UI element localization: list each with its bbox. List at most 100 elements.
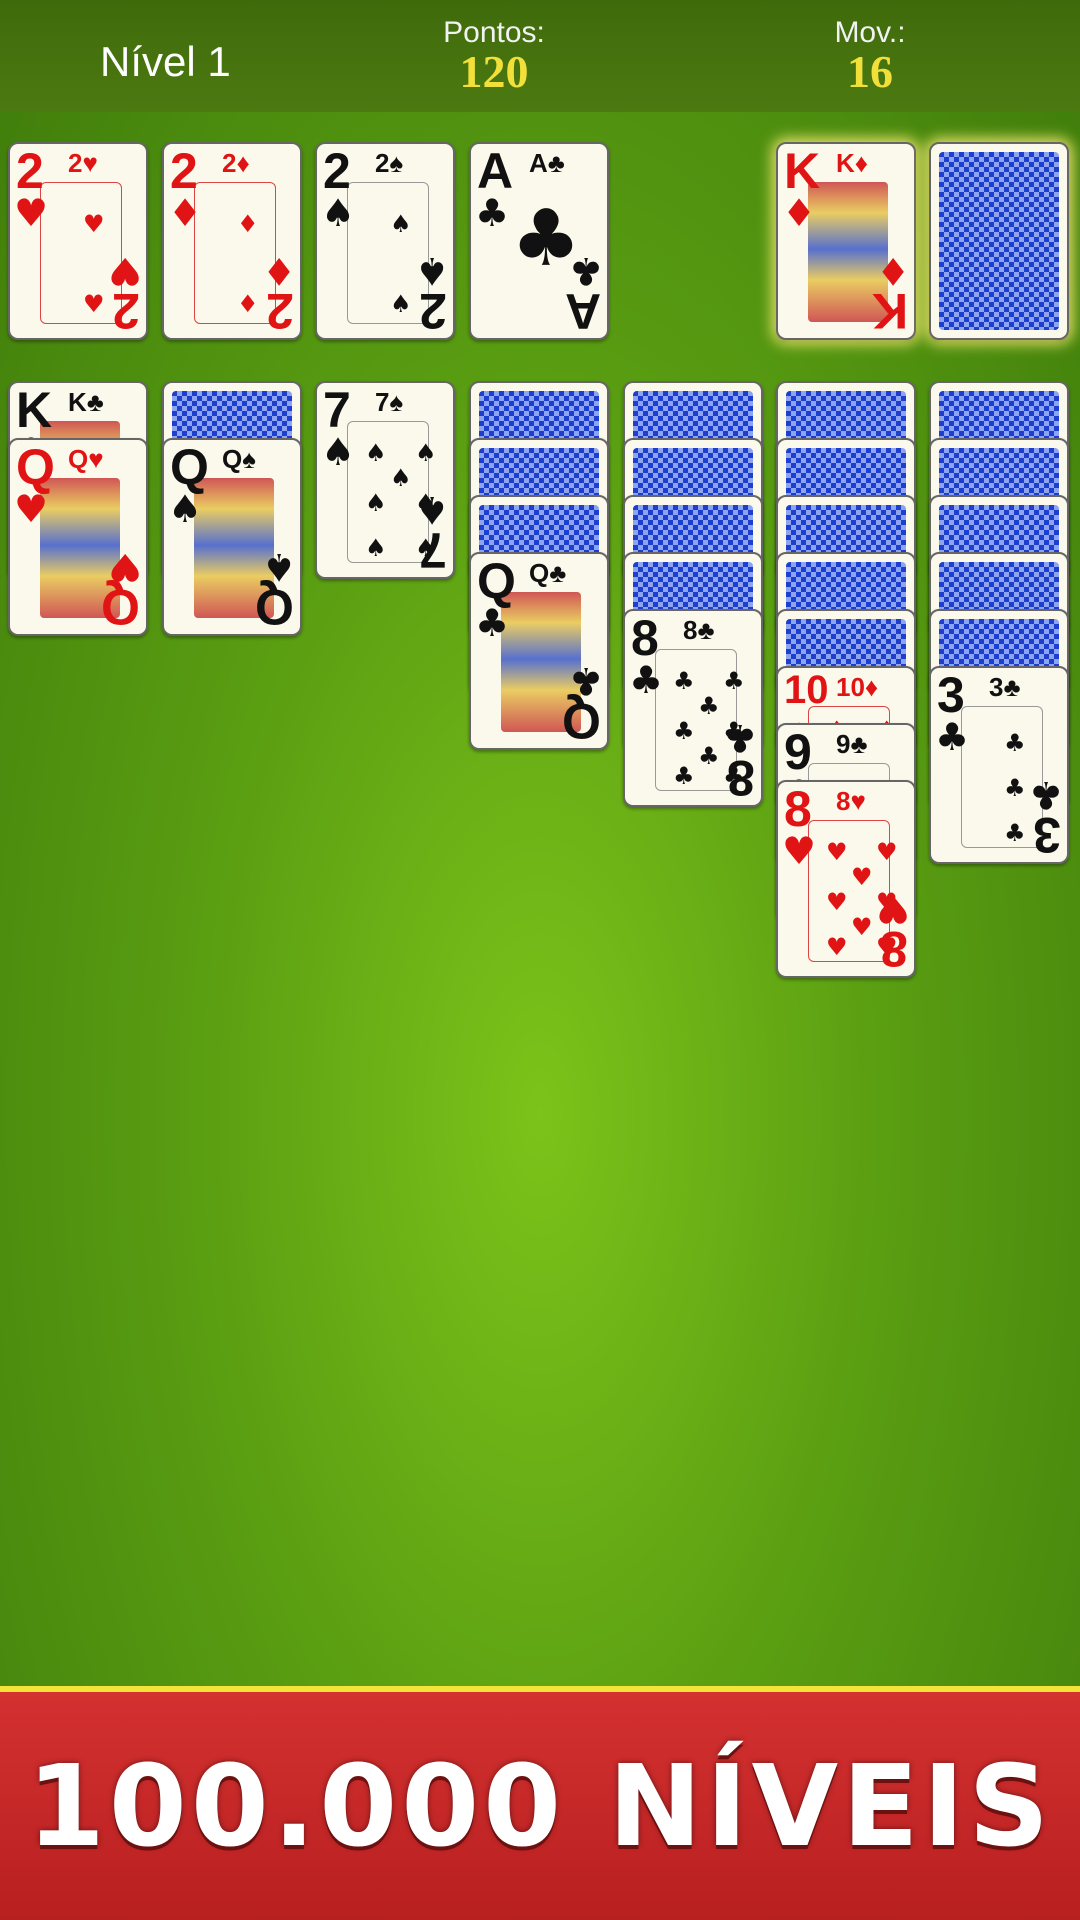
stock-pile[interactable] bbox=[929, 142, 1069, 340]
card-rank: 2 bbox=[16, 143, 44, 199]
suit-pip-icon: ♥ bbox=[83, 210, 105, 238]
card-top-label: 9♣ bbox=[836, 729, 868, 759]
card-suit-bottom-icon: ♣ bbox=[722, 716, 757, 760]
card-rank: 8 bbox=[784, 781, 812, 837]
card-top-label: 2♠ bbox=[375, 148, 404, 178]
suit-pip-icon: ♠ bbox=[390, 464, 412, 492]
card-top-label: K♣ bbox=[68, 387, 104, 417]
card-top-label: Q♠ bbox=[222, 444, 257, 474]
card-rank: Q bbox=[16, 439, 55, 495]
suit-pip-icon: ♦ bbox=[237, 210, 259, 238]
card-suit-icon: ♦ bbox=[782, 191, 817, 235]
card-rank: Q bbox=[170, 439, 209, 495]
card-suit-icon: ♣ bbox=[475, 191, 510, 235]
tableau-6-card[interactable]: ♥ ♥ ♥ ♥ ♥ ♥ ♥ ♥ 8 ♥ 8♥ 8 ♥ bbox=[776, 780, 916, 978]
card-suit-bottom-icon: ♠ bbox=[261, 545, 296, 589]
card-top-label: 3♣ bbox=[989, 672, 1021, 702]
card-top-label: K♦ bbox=[836, 148, 869, 178]
card-rank-bottom: 2 bbox=[266, 283, 294, 339]
card-suit-bottom-icon: ♦ bbox=[261, 249, 296, 293]
card-suit-bottom-icon: ♦ bbox=[875, 249, 910, 293]
score-block: Pontos: 120 bbox=[394, 18, 594, 96]
card-rank: 10 bbox=[784, 668, 829, 712]
foundation-pile-3[interactable]: ♠ ♠ 2 ♠ 2♠ 2 ♠ bbox=[315, 142, 455, 340]
suit-pip-icon: ♥ bbox=[876, 838, 898, 866]
card-top-label: 2♥ bbox=[68, 148, 98, 178]
tableau-2-card[interactable]: Q ♠ Q♠ Q ♠ bbox=[162, 438, 302, 636]
suit-pip-icon: ♦ bbox=[237, 290, 259, 318]
foundation-pile-1[interactable]: ♥ ♥ 2 ♥ 2♥ 2 ♥ bbox=[8, 142, 148, 340]
suit-pip-icon: ♣ bbox=[673, 667, 695, 695]
suit-pip-icon: ♠ bbox=[390, 210, 412, 238]
tableau-3-card[interactable]: ♠ ♠ ♠ ♠ ♠ ♠ ♠ 7 ♠ 7♠ 7 ♠ bbox=[315, 381, 455, 579]
card-back-pattern bbox=[939, 152, 1059, 330]
card-suit-icon: ♥ bbox=[14, 191, 49, 235]
suit-pip-icon: ♠ bbox=[390, 290, 412, 318]
card-suit-bottom-icon: ♥ bbox=[875, 887, 910, 931]
card-suit-bottom-icon: ♥ bbox=[107, 545, 142, 589]
suit-pip-icon: ♠ bbox=[365, 489, 387, 517]
card-rank: K bbox=[16, 382, 53, 438]
foundation-pile-4[interactable]: ♣ A ♣ A♣ A ♣ bbox=[469, 142, 609, 340]
tableau-7-card[interactable]: ♣ ♣ ♣ 3 ♣ 3♣ 3 ♣ bbox=[929, 666, 1069, 864]
card-rank-bottom: 3 bbox=[1033, 807, 1061, 863]
suit-pip-icon: ♣ bbox=[1004, 819, 1026, 847]
card-top-label: Q♣ bbox=[529, 558, 567, 588]
card-rank-bottom: Q bbox=[562, 693, 601, 749]
card-rank-bottom: 2 bbox=[419, 283, 447, 339]
card-suit-bottom-icon: ♣ bbox=[568, 249, 603, 293]
card-rank: K bbox=[784, 143, 821, 199]
top-bar: Nível 1 Pontos: 120 Mov.: 16 bbox=[0, 0, 1080, 112]
card-suit-bottom-icon: ♠ bbox=[414, 488, 449, 532]
card-rank: 2 bbox=[323, 143, 351, 199]
foundation-pile-2[interactable]: ♦ ♦ 2 ♦ 2♦ 2 ♦ bbox=[162, 142, 302, 340]
waste-pile[interactable]: K ♦ K♦ K ♦ bbox=[776, 142, 916, 340]
tableau-5-card[interactable]: ♣ ♣ ♣ ♣ ♣ ♣ ♣ ♣ 8 ♣ 8♣ 8 ♣ bbox=[623, 609, 763, 807]
card-rank-bottom: K bbox=[871, 283, 908, 339]
card-top-label: 8♥ bbox=[836, 786, 866, 816]
suit-pip-icon: ♥ bbox=[826, 888, 848, 916]
suit-pip-icon: ♠ bbox=[365, 439, 387, 467]
card-suit-bottom-icon: ♠ bbox=[414, 249, 449, 293]
card-rank: A bbox=[477, 143, 514, 199]
card-suit-icon: ♠ bbox=[321, 430, 356, 474]
moves-label: Mov.: bbox=[834, 16, 906, 49]
card-suit-icon: ♣ bbox=[629, 658, 664, 702]
card-rank: 9 bbox=[784, 724, 812, 780]
score-label: Pontos: bbox=[443, 16, 545, 49]
card-rank: 7 bbox=[323, 382, 351, 438]
card-suit-icon: ♥ bbox=[782, 829, 817, 873]
card-suit-icon: ♦ bbox=[168, 191, 203, 235]
suit-pip-icon: ♣ bbox=[698, 742, 720, 770]
suit-pip-icon: ♥ bbox=[851, 863, 873, 891]
card-suit-icon: ♠ bbox=[168, 487, 203, 531]
suit-pip-icon: ♥ bbox=[826, 933, 848, 961]
card-suit-icon: ♥ bbox=[14, 487, 49, 531]
suit-pip-icon: ♥ bbox=[83, 290, 105, 318]
card-rank: Q bbox=[477, 553, 516, 609]
card-rank-bottom: 8 bbox=[880, 921, 908, 977]
moves-block: Mov.: 16 bbox=[770, 18, 970, 96]
card-suit-icon: ♣ bbox=[475, 601, 510, 645]
card-suit-icon: ♣ bbox=[935, 715, 970, 759]
card-top-label: 8♣ bbox=[683, 615, 715, 645]
tableau-1-card[interactable]: Q ♥ Q♥ Q ♥ bbox=[8, 438, 148, 636]
card-suit-bottom-icon: ♣ bbox=[1028, 773, 1063, 817]
card-rank-bottom: 7 bbox=[419, 522, 447, 578]
card-rank-bottom: Q bbox=[101, 579, 140, 635]
card-rank-bottom: 2 bbox=[112, 283, 140, 339]
card-top-label: Q♥ bbox=[68, 444, 104, 474]
level-label: Nível 1 bbox=[100, 38, 231, 85]
suit-pip-icon: ♣ bbox=[723, 667, 745, 695]
card-rank: 2 bbox=[170, 143, 198, 199]
card-suit-bottom-icon: ♥ bbox=[107, 249, 142, 293]
tableau-4-card[interactable]: Q ♣ Q♣ Q ♣ bbox=[469, 552, 609, 750]
promo-banner-text: 100.000 NÍVEIS bbox=[26, 1742, 1054, 1872]
card-rank-bottom: Q bbox=[255, 579, 294, 635]
suit-pip-icon: ♣ bbox=[673, 762, 695, 790]
suit-pip-icon: ♣ bbox=[673, 717, 695, 745]
moves-value: 16 bbox=[847, 46, 893, 97]
card-suit-icon: ♠ bbox=[321, 191, 356, 235]
score-value: 120 bbox=[459, 46, 529, 97]
card-rank: 3 bbox=[937, 667, 965, 723]
